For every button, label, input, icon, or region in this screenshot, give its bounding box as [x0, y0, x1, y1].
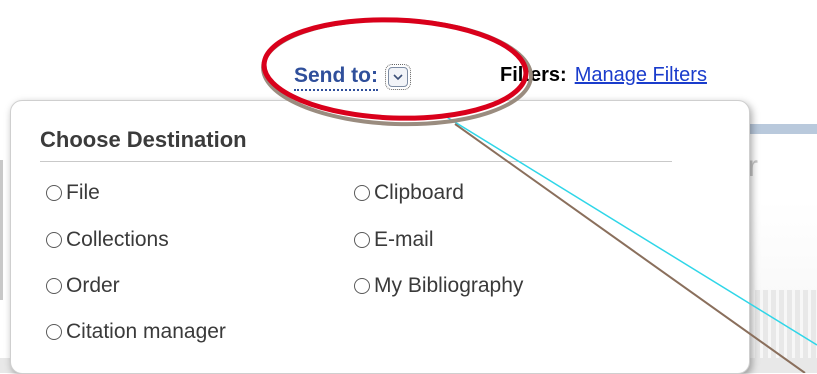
manage-filters-link[interactable]: Manage Filters — [575, 64, 707, 87]
option-label: My Bibliography — [374, 274, 524, 297]
option-label: Order — [66, 274, 120, 297]
filters-label: Filters: — [500, 64, 567, 86]
radio-button-icon[interactable] — [46, 185, 62, 201]
option-label: E-mail — [374, 228, 434, 251]
send-to-label[interactable]: Send to: — [294, 63, 378, 91]
radio-button-icon[interactable] — [354, 185, 370, 201]
filters-bar: Filters: Manage Filters — [500, 64, 707, 87]
radio-button-icon[interactable] — [46, 232, 62, 248]
option-label: File — [66, 181, 100, 204]
title-divider — [40, 161, 672, 162]
background-left-edge — [0, 160, 9, 300]
option-citation-manager[interactable]: Citation manager — [46, 320, 226, 344]
option-clipboard[interactable]: Clipboard — [354, 181, 464, 205]
popup-title: Choose Destination — [40, 127, 247, 152]
option-label: Clipboard — [374, 181, 464, 204]
option-collections[interactable]: Collections — [46, 228, 169, 252]
option-email[interactable]: E-mail — [354, 228, 434, 252]
chevron-down-icon — [393, 74, 403, 81]
radio-button-icon[interactable] — [354, 232, 370, 248]
radio-button-icon[interactable] — [46, 324, 62, 340]
option-order[interactable]: Order — [46, 274, 120, 298]
radio-button-icon[interactable] — [354, 278, 370, 294]
send-to-dropdown-button[interactable] — [385, 64, 411, 90]
send-to-control[interactable]: Send to: — [294, 60, 411, 94]
option-label: Collections — [66, 228, 169, 251]
radio-button-icon[interactable] — [46, 278, 62, 294]
option-my-bibliography[interactable]: My Bibliography — [354, 274, 523, 298]
option-label: Citation manager — [66, 320, 226, 343]
option-file[interactable]: File — [46, 181, 100, 205]
